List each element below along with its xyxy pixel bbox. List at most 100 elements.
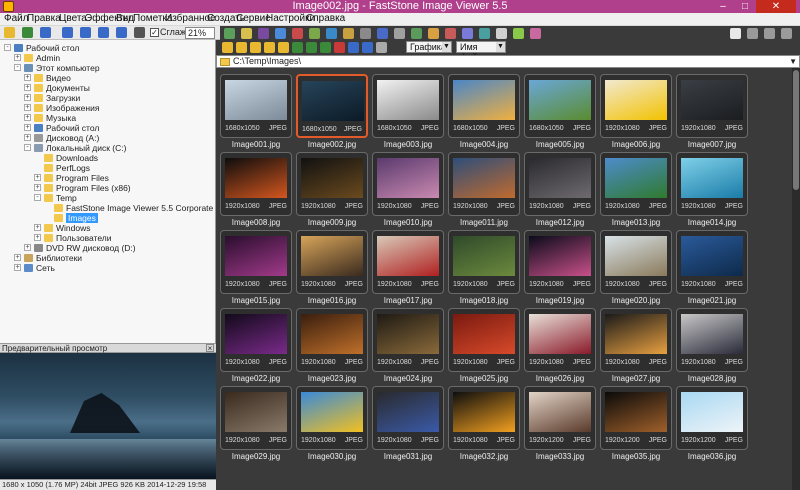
thumbnail[interactable]: 1920x1080 JPEG [220,152,292,216]
thumbnail[interactable]: 1680x1050 JPEG [448,74,520,138]
thumbnail[interactable]: 1920x1080 JPEG [600,152,672,216]
scrollbar-thumb[interactable] [793,70,799,190]
thumbnail[interactable]: 1920x1080 JPEG [296,152,368,216]
thumbnail[interactable]: 1920x1080 JPEG [448,386,520,450]
view-list-icon[interactable] [747,28,758,39]
thumbnail[interactable]: 1680x1050 JPEG [296,74,368,138]
smoothing-checkbox[interactable]: ✓ [150,28,159,37]
prev-icon[interactable] [62,27,73,38]
menu-item-0[interactable]: Файл [4,13,29,25]
toolbar-tool-icon[interactable] [513,28,524,39]
close-button[interactable]: ✕ [756,0,796,13]
copy-to-icon[interactable] [278,42,289,53]
thumbnail[interactable]: 1920x1080 JPEG [296,308,368,372]
filter-select[interactable]: Графика ▼ [406,41,452,53]
thumbnail-filename[interactable]: Image011.jpg [448,218,520,227]
thumbnail[interactable]: 1920x1080 JPEG [372,386,444,450]
menu-item-10[interactable]: Справка [306,13,345,25]
thumbnail-filename[interactable]: Image003.jpg [372,140,444,149]
thumbnail-filename[interactable]: Image009.jpg [296,218,368,227]
thumbnail-filename[interactable]: Image002.jpg [296,140,368,149]
toolbar-tool-icon[interactable] [428,28,439,39]
toolbar-tool-icon[interactable] [326,28,337,39]
thumbnail[interactable]: 1920x1080 JPEG [676,308,748,372]
vertical-scrollbar[interactable] [792,68,800,490]
minimize-button[interactable]: – [712,0,734,13]
thumbnail-filename[interactable]: Image014.jpg [676,218,748,227]
collapse-icon[interactable]: - [24,144,31,151]
thumbnail-filename[interactable]: Image017.jpg [372,296,444,305]
thumbnail-filename[interactable]: Image013.jpg [600,218,672,227]
expand-icon[interactable]: + [24,74,31,81]
collapse-icon[interactable]: - [14,64,21,71]
thumbnail[interactable]: 1920x1080 JPEG [296,386,368,450]
view-full-icon[interactable] [781,28,792,39]
up-folder-icon[interactable] [250,42,261,53]
thumbs-icon[interactable] [362,42,373,53]
expand-icon[interactable]: + [34,234,41,241]
expand-icon[interactable]: + [34,224,41,231]
thumbnail[interactable]: 1680x1050 JPEG [524,74,596,138]
thumbnail-filename[interactable]: Image028.jpg [676,374,748,383]
delete-icon[interactable] [334,42,345,53]
thumbnail-filename[interactable]: Image025.jpg [448,374,520,383]
thumbnail-filename[interactable]: Image029.jpg [220,452,292,461]
new-folder-icon[interactable] [264,42,275,53]
thumbnail-filename[interactable]: Image036.jpg [676,452,748,461]
thumbnail-filename[interactable]: Image018.jpg [448,296,520,305]
fit-icon[interactable] [134,27,145,38]
toolbar-tool-icon[interactable] [360,28,371,39]
refresh-icon[interactable] [306,42,317,53]
toolbar-tool-icon[interactable] [241,28,252,39]
expand-icon[interactable]: + [14,254,21,261]
thumbnail[interactable]: 1920x1080 JPEG [600,230,672,294]
expand-icon[interactable]: + [34,184,41,191]
toolbar-tool-icon[interactable] [309,28,320,39]
collapse-icon[interactable]: - [4,44,11,51]
thumbnail-filename[interactable]: Image032.jpg [448,452,520,461]
thumbnail-filename[interactable]: Image035.jpg [600,452,672,461]
rotate-icon[interactable] [320,42,331,53]
zoom-select[interactable]: 21% [185,27,215,39]
toolbar-tool-icon[interactable] [530,28,541,39]
expand-icon[interactable]: + [24,124,31,131]
thumbnail-filename[interactable]: Image033.jpg [524,452,596,461]
thumbnail-filename[interactable]: Image006.jpg [600,140,672,149]
toolbar-tool-icon[interactable] [343,28,354,39]
thumbnail-filename[interactable]: Image030.jpg [296,452,368,461]
thumbnail-filename[interactable]: Image024.jpg [372,374,444,383]
toolbar-tool-icon[interactable] [411,28,422,39]
thumbnail[interactable]: 1920x1200 JPEG [600,386,672,450]
thumbnail[interactable]: 1920x1080 JPEG [600,74,672,138]
thumbnail-filename[interactable]: Image008.jpg [220,218,292,227]
expand-icon[interactable]: + [24,134,31,141]
toolbar-tool-icon[interactable] [292,28,303,39]
toolbar-tool-icon[interactable] [462,28,473,39]
thumbnail-filename[interactable]: Image020.jpg [600,296,672,305]
toolbar-tool-icon[interactable] [479,28,490,39]
thumbnail[interactable]: 1920x1080 JPEG [372,230,444,294]
menu-item-2[interactable]: Цвета [59,13,87,25]
view-details-icon[interactable] [764,28,775,39]
thumbnail[interactable]: 1920x1080 JPEG [372,308,444,372]
thumbnail-filename[interactable]: Image019.jpg [524,296,596,305]
expand-icon[interactable]: + [24,114,31,121]
thumbnail[interactable]: 1920x1080 JPEG [220,308,292,372]
thumbnail-filename[interactable]: Image004.jpg [448,140,520,149]
toolbar-tool-icon[interactable] [496,28,507,39]
toolbar-tool-icon[interactable] [377,28,388,39]
expand-icon[interactable]: + [24,84,31,91]
view-grid-icon[interactable] [730,28,741,39]
thumbnail[interactable]: 1920x1200 JPEG [524,386,596,450]
thumbnail[interactable]: 1920x1200 JPEG [676,386,748,450]
thumbnail-filename[interactable]: Image001.jpg [220,140,292,149]
next-icon[interactable] [80,27,91,38]
thumbnail[interactable]: 1920x1080 JPEG [676,230,748,294]
thumbnail-filename[interactable]: Image007.jpg [676,140,748,149]
thumbnail[interactable]: 1920x1080 JPEG [448,230,520,294]
menu-item-4[interactable]: Вид [116,13,134,25]
thumbnail-filename[interactable]: Image012.jpg [524,218,596,227]
maximize-button[interactable]: □ [734,0,756,13]
thumbnail[interactable]: 1920x1080 JPEG [220,230,292,294]
thumbnail[interactable]: 1920x1080 JPEG [296,230,368,294]
